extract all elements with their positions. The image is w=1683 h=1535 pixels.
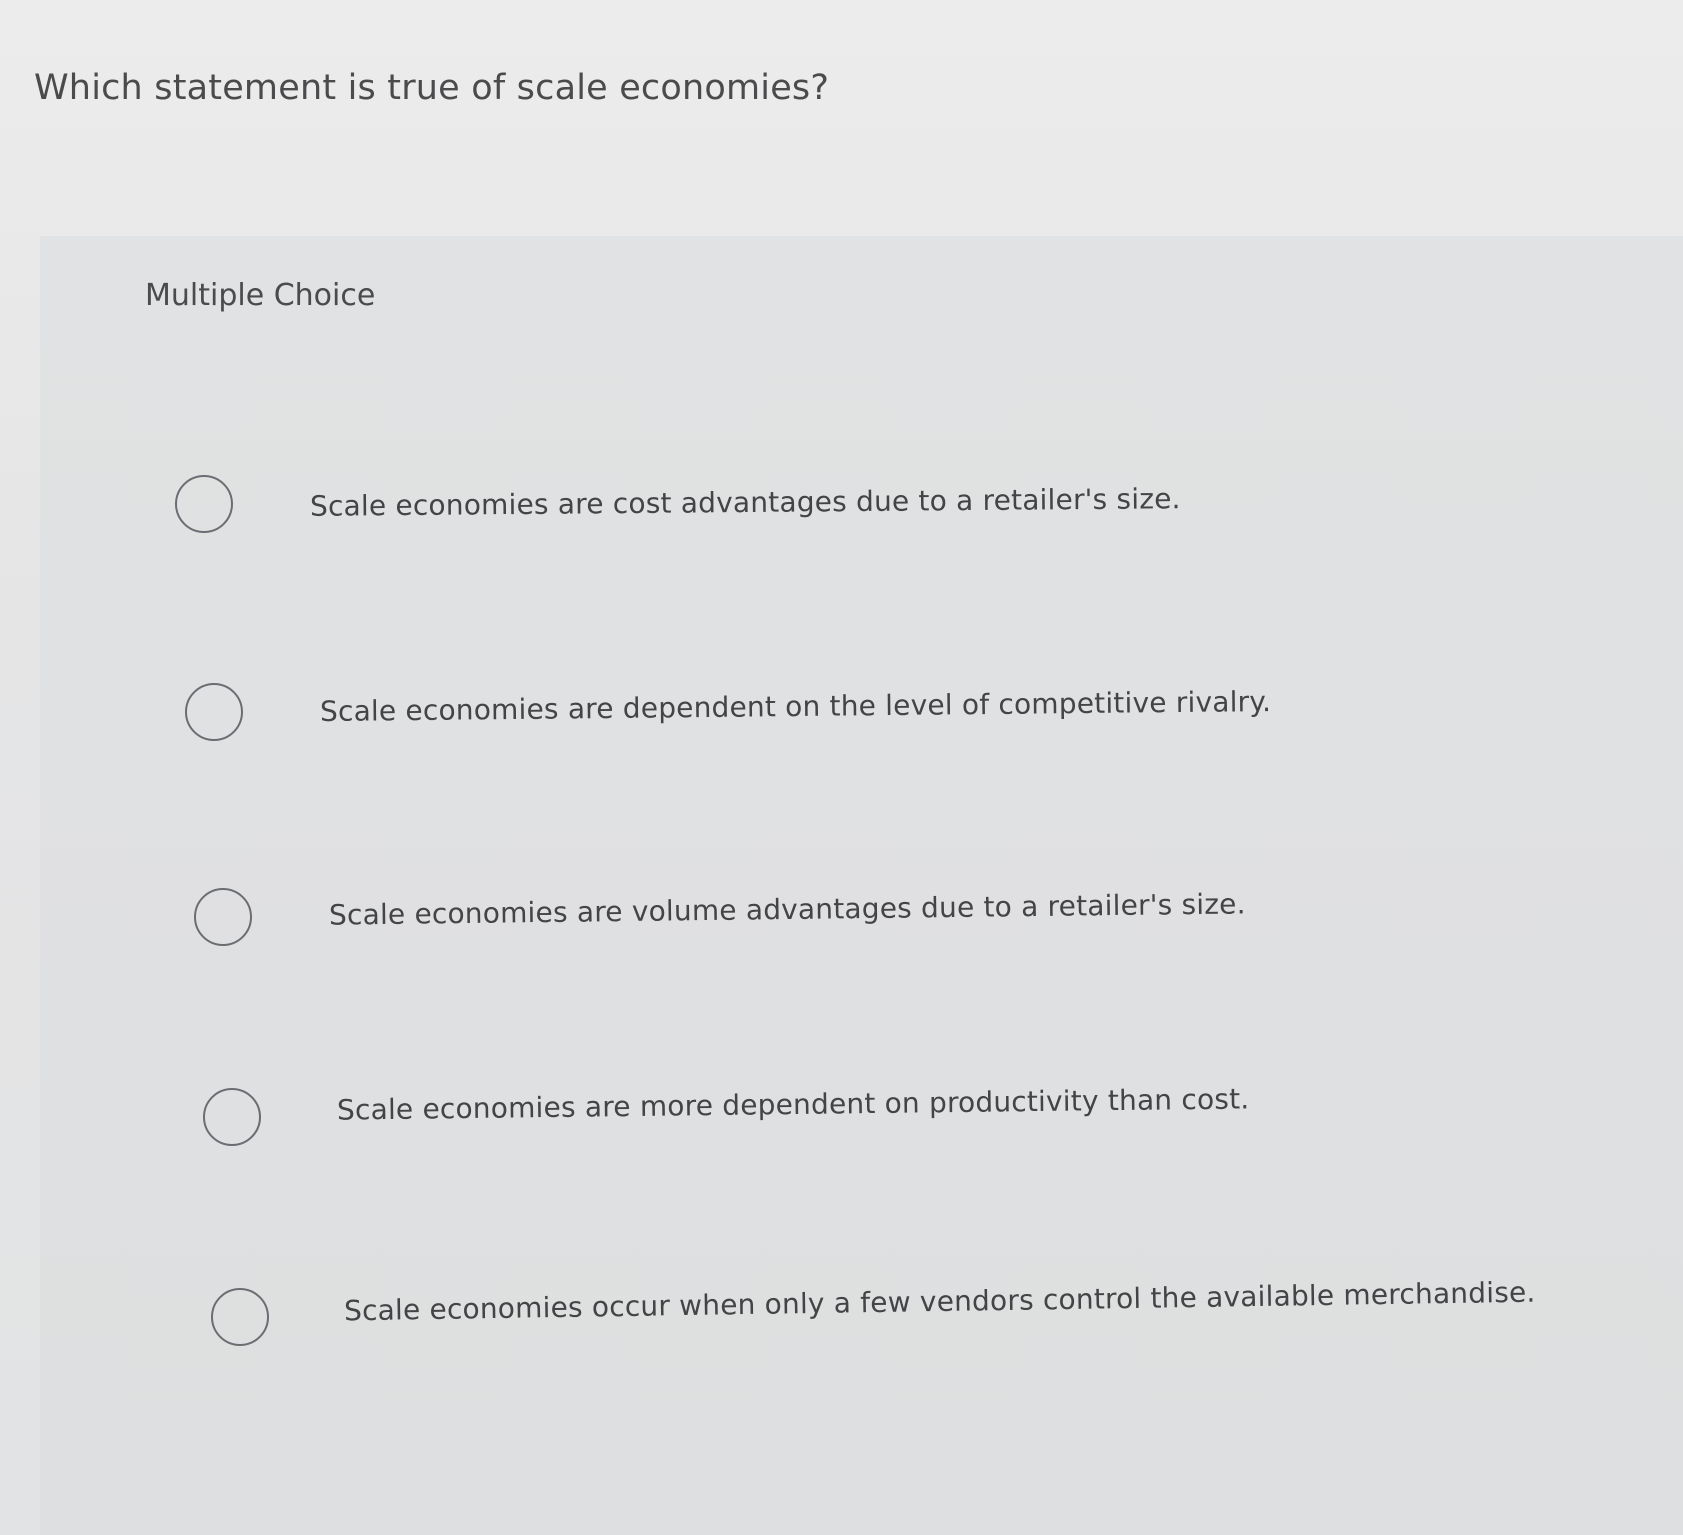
- radio-button-icon[interactable]: [194, 888, 252, 946]
- choice-2[interactable]: [185, 683, 243, 741]
- multiple-choice-label: Multiple Choice: [145, 278, 376, 313]
- radio-button-icon[interactable]: [211, 1288, 269, 1346]
- choice-5[interactable]: [211, 1288, 269, 1346]
- radio-button-icon[interactable]: [185, 683, 243, 741]
- choice-1[interactable]: [175, 475, 233, 533]
- radio-button-icon[interactable]: [203, 1088, 261, 1146]
- answer-panel: [40, 236, 1683, 1535]
- question-text: Which statement is true of scale economi…: [34, 68, 830, 108]
- choice-3[interactable]: [194, 888, 252, 946]
- choice-4[interactable]: [203, 1088, 261, 1146]
- radio-button-icon[interactable]: [175, 475, 233, 533]
